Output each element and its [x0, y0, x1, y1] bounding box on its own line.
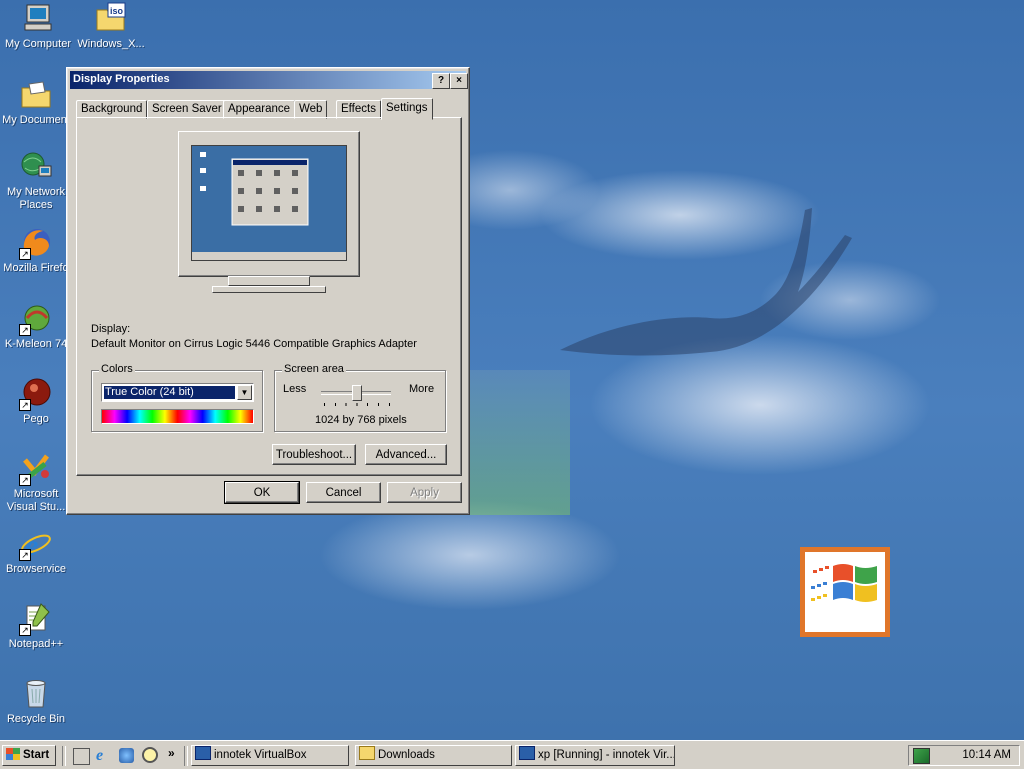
my-computer-icon: [21, 2, 55, 36]
windows-start-icon: [6, 748, 20, 760]
display-properties-window: Display Properties ? × Background Screen…: [66, 67, 470, 515]
start-button[interactable]: Start: [2, 745, 56, 766]
taskbar-item-virtualbox[interactable]: innotek VirtualBox: [191, 745, 349, 766]
settings-panel: Display: Default Monitor on Cirrus Logic…: [76, 117, 462, 476]
network-icon[interactable]: [119, 748, 134, 763]
advanced-button[interactable]: Advanced...: [365, 444, 447, 465]
colors-selected-value: True Color (24 bit): [104, 386, 235, 399]
desktop-icon-my-documents[interactable]: My Document: [0, 78, 74, 127]
screen-area-legend: Screen area: [282, 363, 346, 375]
window-title: Display Properties: [73, 73, 170, 85]
windows-flag-icon: [811, 564, 877, 602]
wallpaper-diver-silhouette: [560, 208, 852, 356]
slider-more-label: More: [409, 383, 435, 395]
taskbar: Start e » innotek VirtualBox Downloads x…: [0, 740, 1024, 769]
taskbar-item-xp-running[interactable]: xp [Running] - innotek Vir...: [515, 745, 675, 766]
desktop-icon-notepad-plus-plus[interactable]: ↗ Notepad++: [0, 602, 74, 651]
iso-folder-icon: iso: [94, 2, 128, 36]
monitor-screen: [191, 145, 347, 261]
display-adapter-text: Default Monitor on Cirrus Logic 5446 Com…: [91, 338, 417, 350]
virtualbox-icon: [519, 746, 535, 760]
my-documents-icon: [19, 78, 53, 112]
firefox-icon: ↗: [19, 226, 53, 260]
ok-button[interactable]: OK: [224, 481, 300, 504]
visual-studio-icon: ↗: [19, 452, 53, 486]
show-desktop-icon[interactable]: [73, 748, 90, 765]
desktop-icon-windows-iso[interactable]: iso Windows_X...: [73, 2, 149, 51]
clock[interactable]: 10:14 AM: [962, 749, 1011, 761]
desktop-icon-firefox[interactable]: ↗ Mozilla Firefo: [0, 226, 74, 275]
chevron-down-icon[interactable]: ▼: [237, 385, 252, 400]
svg-text:iso: iso: [110, 6, 124, 16]
taskbar-item-downloads[interactable]: Downloads: [355, 745, 512, 766]
virtualbox-icon: [195, 746, 211, 760]
windows-logo-overlay[interactable]: [800, 547, 890, 637]
colors-dropdown[interactable]: True Color (24 bit) ▼: [101, 383, 254, 402]
wallpaper-green-panel: [470, 370, 570, 515]
colors-group: Colors True Color (24 bit) ▼: [91, 363, 263, 432]
cancel-button[interactable]: Cancel: [306, 482, 381, 503]
tab-settings[interactable]: Settings: [381, 98, 433, 120]
network-places-icon: [19, 150, 53, 184]
k-meleon-icon: ↗: [19, 302, 53, 336]
system-tray: 10:14 AM: [908, 745, 1020, 766]
resolution-value: 1024 by 768 pixels: [315, 414, 407, 426]
desktop-icon-browservice[interactable]: e ↗ Browservice: [0, 527, 74, 576]
desktop-icon-recycle-bin[interactable]: Recycle Bin: [0, 677, 74, 726]
internet-explorer-icon[interactable]: e: [96, 747, 103, 765]
slider-less-label: Less: [283, 383, 307, 395]
close-button[interactable]: ×: [450, 73, 468, 89]
colors-legend: Colors: [99, 363, 135, 375]
recycle-bin-icon: [19, 677, 53, 711]
apply-button[interactable]: Apply: [387, 482, 462, 503]
pego-icon: ↗: [19, 377, 53, 411]
notepad-plus-plus-icon: ↗: [19, 602, 53, 636]
quicklaunch-overflow[interactable]: »: [168, 746, 175, 760]
title-bar[interactable]: Display Properties ? ×: [70, 71, 468, 89]
desktop-icon-pego[interactable]: ↗ Pego: [0, 377, 74, 426]
desktop-icon-k-meleon[interactable]: ↗ K-Meleon 74: [0, 302, 74, 351]
display-label: Display:: [91, 323, 131, 335]
monitor-preview: [178, 131, 360, 301]
slider-ticks: [324, 403, 390, 406]
internet-explorer-icon: e ↗: [19, 527, 53, 562]
color-spectrum-bar: [101, 409, 254, 424]
folder-icon: [359, 746, 375, 760]
network-tray-icon[interactable]: [913, 748, 930, 764]
troubleshoot-button[interactable]: Troubleshoot...: [272, 444, 356, 465]
search-icon[interactable]: [142, 747, 158, 763]
desktop-icon-visual-studio[interactable]: ↗ Microsoft Visual Stu...: [0, 452, 74, 514]
slider-thumb[interactable]: [352, 385, 362, 401]
screen-area-group: Screen area Less More 1024 by 768 pixels: [274, 363, 446, 432]
help-button[interactable]: ?: [432, 73, 450, 89]
quicklaunch-separator: [62, 746, 66, 766]
resolution-slider[interactable]: [321, 385, 393, 409]
desktop-icon-my-computer[interactable]: My Computer: [0, 2, 76, 51]
desktop-icon-network-places[interactable]: My Network Places: [0, 150, 74, 212]
